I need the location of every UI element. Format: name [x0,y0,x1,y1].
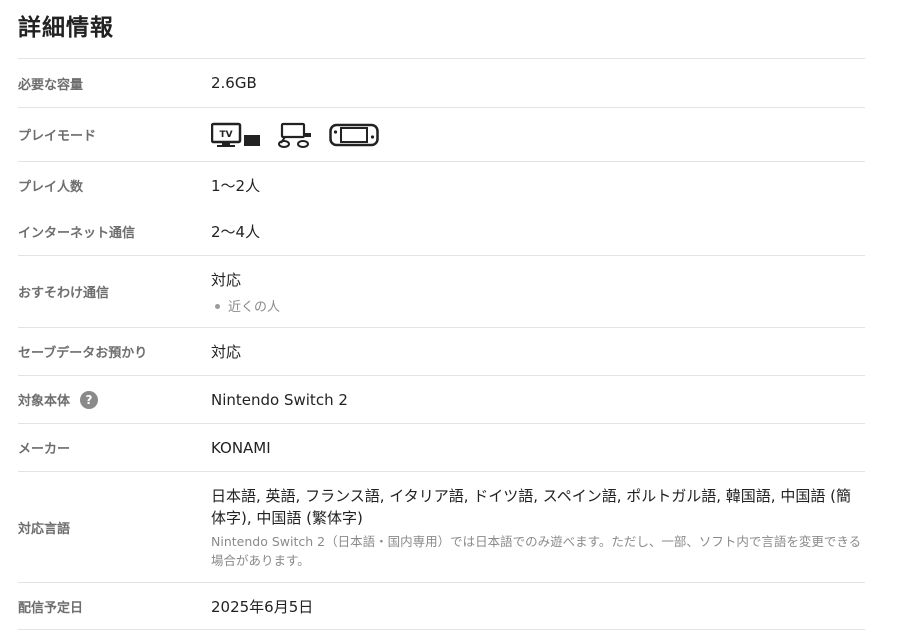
play-mode-icons: TV [211,122,865,148]
share-sub-label: 近くの人 [228,299,281,315]
release-value: 2025年6月5日 [211,597,314,616]
save-backup-label: セーブデータお預かり [18,346,148,361]
row-players: プレイ人数 1〜2人 [18,161,865,208]
details-table: 必要な容量 2.6GB プレイモード TV プレイ人数 1〜2人 インターネット… [18,58,865,630]
row-play-mode: プレイモード TV [18,107,865,161]
play-mode-label: プレイモード [18,129,97,144]
row-maker: メーカー KONAMI [18,423,865,471]
maker-value: KONAMI [211,438,271,457]
maker-label: メーカー [18,442,71,457]
share-sub-item: 近くの人 [211,296,865,315]
languages-note: Nintendo Switch 2（日本語・国内専用）では日本語でのみ遊べます。… [211,533,862,568]
players-value: 1〜2人 [211,176,261,195]
handheld-mode-icon [329,123,379,146]
platform-value: Nintendo Switch 2 [211,390,348,409]
online-value: 2〜4人 [211,223,261,241]
tv-mode-icon: TV [211,122,260,147]
release-label: 配信予定日 [18,600,84,616]
capacity-label: 必要な容量 [18,77,84,93]
details-panel: 詳細情報 必要な容量 2.6GB プレイモード TV プレイ人数 1〜2人 イン… [0,0,900,640]
languages-value: 日本語, 英語, フランス語, イタリア語, ドイツ語, スペイン語, ポルトガ… [211,486,851,527]
languages-label: 対応言語 [18,521,71,537]
players-label: プレイ人数 [18,179,84,195]
row-online: インターネット通信 2〜4人 [18,208,865,255]
row-languages: 対応言語 日本語, 英語, フランス語, イタリア語, ドイツ語, スペイン語,… [18,471,865,582]
share-label: おすそわけ通信 [18,286,110,301]
row-capacity: 必要な容量 2.6GB [18,58,865,107]
tabletop-mode-icon [278,122,311,148]
help-icon[interactable]: ? [80,390,99,409]
row-release: 配信予定日 2025年6月5日 [18,582,865,630]
languages-value-block: 日本語, 英語, フランス語, イタリア語, ドイツ語, スペイン語, ポルトガ… [211,485,865,570]
save-backup-value: 対応 [211,343,242,361]
row-save-backup: セーブデータお預かり 対応 [18,327,865,375]
row-platform: 対象本体 ? Nintendo Switch 2 [18,375,865,423]
row-share: おすそわけ通信 対応 近くの人 [18,255,865,327]
share-value-block: 対応 近くの人 [211,269,865,315]
online-label: インターネット通信 [18,226,136,241]
share-value: 対応 [211,270,242,289]
svg-text:TV: TV [219,130,232,140]
platform-label-wrap: 対象本体 ? [18,390,211,409]
page-title: 詳細情報 [18,15,114,41]
bullet-dot [215,303,220,309]
capacity-value: 2.6GB [211,74,257,92]
platform-label: 対象本体 [18,394,71,409]
